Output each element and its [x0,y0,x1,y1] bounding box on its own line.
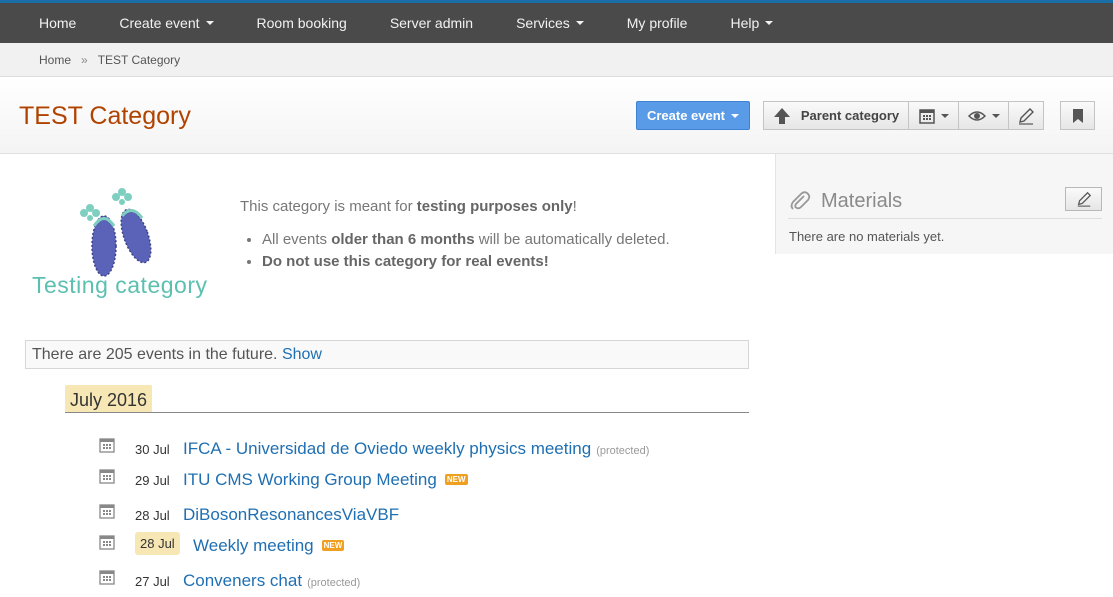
nav-home[interactable]: Home [39,15,76,31]
calendar-icon [99,469,115,484]
view-options-button[interactable] [958,101,1009,130]
protected-label: (protected) [596,445,650,457]
materials-empty-text: There are no materials yet. [789,229,945,244]
nav-my-profile-label: My profile [626,15,688,31]
event-title: Weekly meeting [193,536,314,555]
bullet-bold: Do not use this category for real events… [262,253,549,270]
calendar-icon [918,108,935,124]
main-nav: Home Create event Room booking Server ad… [0,3,1113,43]
nav-home-label: Home [39,15,77,31]
nav-room-booking[interactable]: Room booking [257,15,347,31]
event-link[interactable]: DiBosonResonancesViaVBF [183,505,399,525]
edit-materials-button[interactable] [1065,187,1102,211]
new-badge: NEW [321,540,345,551]
bullet-text: will be automatically deleted. [474,231,670,248]
event-title: ITU CMS Working Group Meeting [183,470,437,489]
intro-bold: testing purposes only [416,198,573,215]
nav-help-label: Help [730,15,760,31]
page-title: TEST Category [19,102,191,130]
event-link[interactable]: IFCA - Universidad de Oviedo weekly phys… [183,439,649,459]
description-intro: This category is meant for testing purpo… [240,198,670,215]
event-title: Conveners chat [183,571,303,590]
caret-down-icon [991,113,1000,118]
bookmark-button[interactable] [1060,101,1095,130]
intro-end: ! [572,198,577,215]
category-header: TEST Category Create event Parent catego… [0,77,1113,154]
nav-server-admin-label: Server admin [389,15,474,31]
month-divider [65,412,749,413]
description-list: All events older than 6 months will be a… [262,231,670,270]
nav-services[interactable]: Services [516,15,584,31]
event-title: IFCA - Universidad de Oviedo weekly phys… [183,439,592,458]
list-item: All events older than 6 months will be a… [262,231,670,248]
caret-down-icon [765,21,774,25]
logo-caption: Testing category [32,272,208,298]
bookmark-icon [1072,108,1083,123]
pencil-icon [1077,191,1091,207]
flip-flops-logo-icon [80,188,152,277]
caret-down-icon [575,21,584,25]
bullet-bold: older than 6 months [331,231,475,248]
calendar-icon [99,535,115,550]
nav-create-event[interactable]: Create event [119,15,214,31]
bullet-text: All events [262,231,332,248]
breadcrumb-home[interactable]: Home [39,53,71,67]
category-description: This category is meant for testing purpo… [240,198,670,275]
parent-category-button[interactable]: Parent category [763,101,909,130]
arrow-up-icon [773,107,790,124]
materials-divider [788,218,1102,219]
caret-down-icon [940,113,949,118]
event-date: 29 Jul [135,473,170,488]
nav-server-admin[interactable]: Server admin [390,15,473,31]
breadcrumb-separator: » [81,52,88,67]
calendar-icon [99,438,115,453]
event-link[interactable]: Weekly meeting NEW [193,536,345,556]
caret-down-icon [205,21,214,25]
event-date: 27 Jul [135,574,170,589]
edit-category-button[interactable] [1008,101,1044,130]
list-item: Do not use this category for real events… [262,253,670,270]
event-link[interactable]: ITU CMS Working Group Meeting NEW [183,470,468,490]
calendar-icon [99,504,115,519]
create-event-button[interactable]: Create event [636,101,750,130]
parent-category-label: Parent category [800,108,900,123]
create-event-label: Create event [646,108,726,123]
nav-services-label: Services [516,15,570,31]
month-heading: July 2016 [65,385,153,413]
protected-label: (protected) [307,577,361,589]
category-toolbar: Parent category [763,101,1044,130]
nav-create-event-label: Create event [119,15,200,31]
caret-down-icon [731,113,740,118]
intro-text: This category is meant for [240,198,417,215]
breadcrumb-current: TEST Category [97,52,181,67]
materials-panel: Materials There are no materials yet. [775,154,1113,254]
event-link[interactable]: Conveners chat (protected) [183,571,360,591]
breadcrumb: Home » TEST Category [0,43,1113,77]
paperclip-icon [790,191,811,210]
calendar-export-button[interactable] [908,101,959,130]
event-date: 30 Jul [135,442,170,457]
nav-my-profile[interactable]: My profile [627,15,688,31]
main-content: Materials There are no materials yet. Te… [0,154,1113,596]
future-events-notice: There are 205 events in the future. Show [25,340,749,369]
nav-room-booking-label: Room booking [256,15,347,31]
show-future-events-link[interactable]: Show [282,346,322,363]
event-date: 28 Jul [135,508,170,523]
materials-title: Materials [821,190,903,212]
pencil-icon [1019,107,1034,125]
future-events-text: There are 205 events in the future. [32,346,282,363]
event-title: DiBosonResonancesViaVBF [183,505,400,524]
event-date-today: 28 Jul [135,532,180,555]
new-badge: NEW [444,474,468,485]
nav-help[interactable]: Help [730,15,774,31]
calendar-icon [99,570,115,585]
eye-icon [967,110,986,121]
